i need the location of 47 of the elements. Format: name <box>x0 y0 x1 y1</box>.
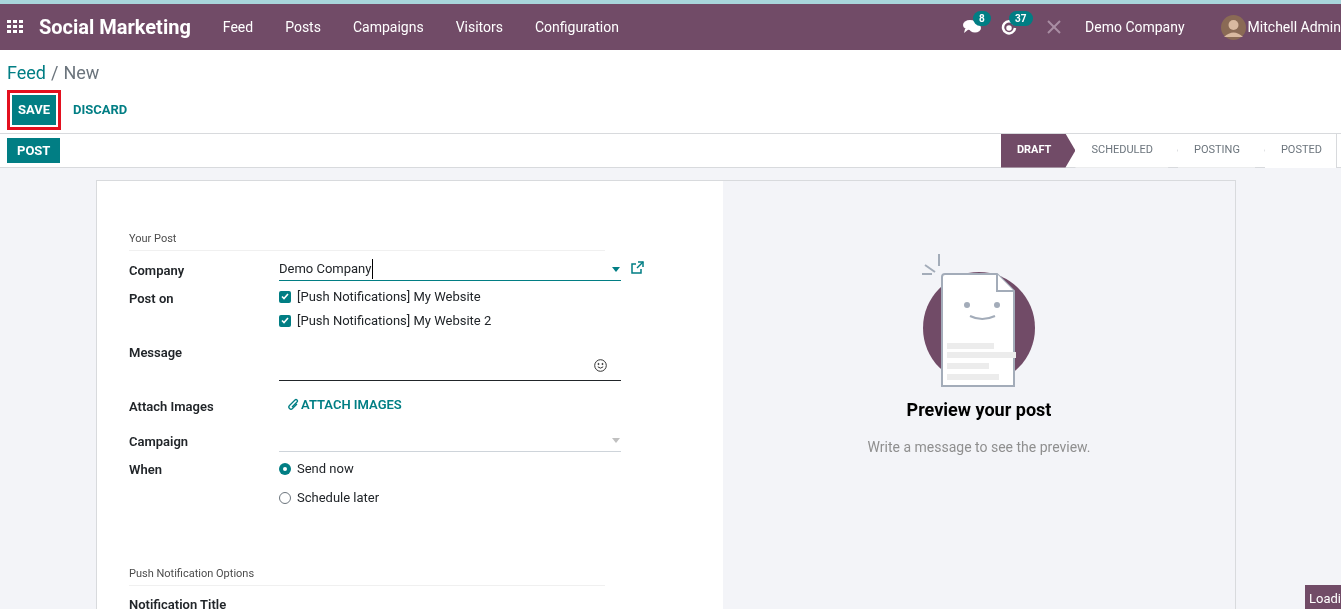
field-label: Message <box>129 343 184 362</box>
company-switcher[interactable]: Demo Company <box>1085 16 1185 38</box>
radio-button[interactable] <box>279 462 291 475</box>
discard-button[interactable]: DISCARD <box>67 95 134 125</box>
menu-item[interactable]: Feed <box>206 16 270 38</box>
checkbox-label: [Push Notifications] My Website 2 <box>297 311 492 330</box>
caret-icon <box>612 438 620 443</box>
external-link-icon[interactable] <box>631 260 644 274</box>
activity-count-badge: 37 <box>1009 11 1033 26</box>
section-title: Push Notification Options <box>129 566 605 586</box>
menu-item[interactable]: Configuration <box>519 16 635 38</box>
status-stage[interactable]: POSTED <box>1264 133 1337 168</box>
radio-button[interactable] <box>279 491 291 504</box>
status-stage[interactable]: DRAFT <box>1000 133 1076 168</box>
field-label: Post on <box>129 289 175 308</box>
emoji-icon[interactable] <box>594 358 607 372</box>
field-label: When <box>129 461 163 479</box>
breadcrumb-separator: / <box>51 62 59 84</box>
preview-title: Preview your post <box>906 398 1052 422</box>
menu-item[interactable]: Visitors <box>439 16 519 38</box>
paperclip-icon <box>288 398 299 411</box>
user-avatar[interactable] <box>1220 14 1246 40</box>
app-grid-icon[interactable] <box>7 20 25 34</box>
checkbox[interactable] <box>279 290 291 303</box>
breadcrumb-link[interactable]: Feed <box>7 62 46 84</box>
field-label: Notification Title <box>129 595 228 609</box>
app-title[interactable]: Social Marketing <box>39 12 191 42</box>
loading-indicator: Loadi <box>1305 584 1341 609</box>
attach-images-button[interactable]: ATTACH IMAGES <box>288 394 402 414</box>
preview-hint: Write a message to see the preview. <box>867 438 1091 457</box>
breadcrumb-current: New <box>63 62 100 84</box>
select-field[interactable]: Demo Company <box>279 258 621 281</box>
field-label: Attach Images <box>129 397 215 416</box>
checkbox[interactable] <box>279 314 291 327</box>
field-label: Company <box>129 261 186 280</box>
radio-label: Schedule later <box>297 488 380 507</box>
message-count-badge: 8 <box>973 11 991 26</box>
radio-label: Send now <box>297 459 354 478</box>
user-menu[interactable]: Mitchell Admin <box>1247 16 1341 38</box>
post-button[interactable]: POST <box>7 138 61 163</box>
caret-icon <box>612 266 620 272</box>
section-title: Your Post <box>129 231 605 251</box>
checkbox-label: [Push Notifications] My Website <box>297 287 481 306</box>
field-label: Campaign <box>129 433 190 451</box>
tools-icon[interactable] <box>1047 20 1062 34</box>
menu-item[interactable]: Campaigns <box>336 16 440 38</box>
menu-item[interactable]: Posts <box>269 16 337 38</box>
